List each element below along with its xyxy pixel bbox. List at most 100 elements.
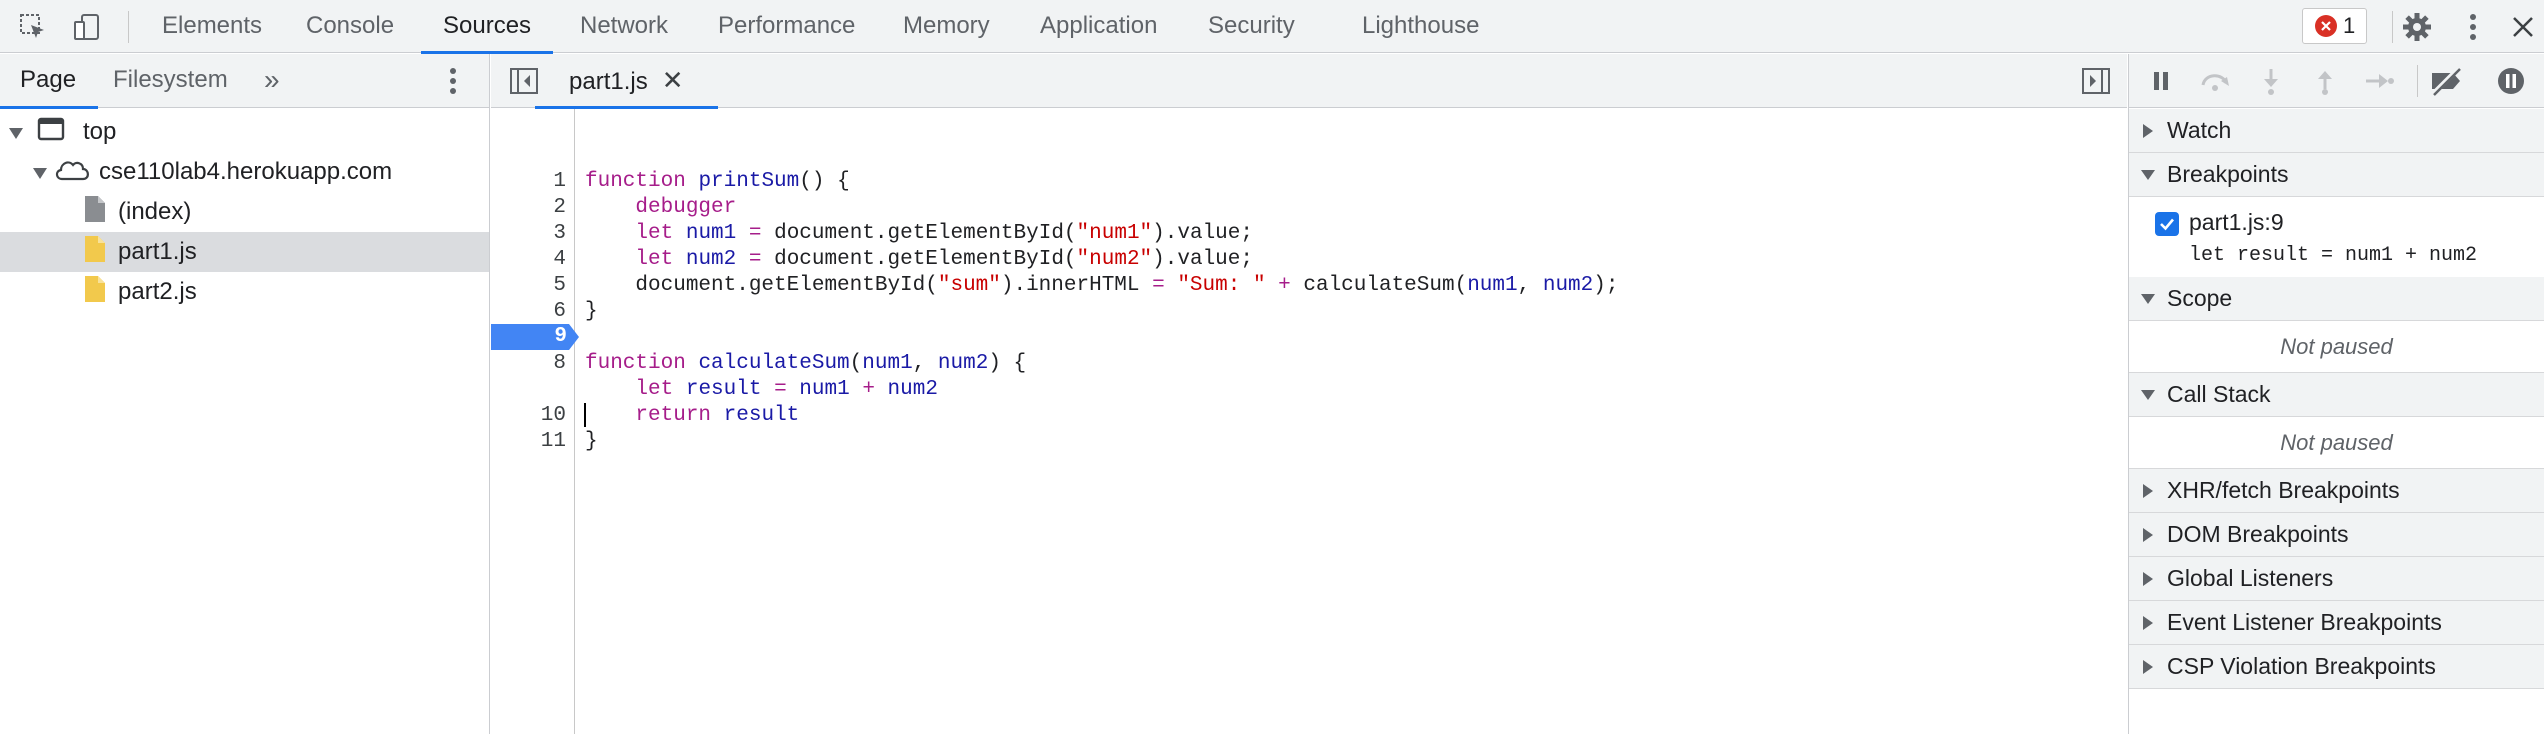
- tree-item-label: cse110lab4.herokuapp.com: [99, 158, 393, 185]
- tree-item-top[interactable]: top: [0, 112, 489, 152]
- step-into-icon[interactable]: [2253, 63, 2289, 99]
- tab-sources[interactable]: Sources: [420, 0, 554, 54]
- step-over-icon[interactable]: [2197, 63, 2233, 99]
- line-number[interactable]: 5: [506, 273, 566, 299]
- breakpoint-entry[interactable]: part1.js:9 let result = num1 + num2: [2129, 198, 2544, 284]
- inspect-element-icon[interactable]: [14, 8, 52, 46]
- document-icon: [84, 195, 120, 230]
- error-count-badge[interactable]: 1: [2302, 8, 2367, 44]
- pane-dom-breakpoints[interactable]: DOM Breakpoints: [2129, 513, 2544, 557]
- tree-item-domain[interactable]: cse110lab4.herokuapp.com: [0, 152, 489, 192]
- code-line-11[interactable]: }: [585, 429, 598, 455]
- pane-csp-breakpoints[interactable]: CSP Violation Breakpoints: [2129, 645, 2544, 689]
- device-toolbar-icon[interactable]: [68, 8, 106, 46]
- pane-xhr-breakpoints[interactable]: XHR/fetch Breakpoints: [2129, 469, 2544, 513]
- tab-elements[interactable]: Elements: [162, 0, 262, 53]
- expand-arrow-icon: [2129, 123, 2167, 138]
- code-line-5[interactable]: document.getElementById("sum").innerHTML…: [585, 273, 1618, 299]
- line-number[interactable]: 8: [506, 351, 566, 377]
- code-line-4[interactable]: let num2 = document.getElementById("num2…: [585, 247, 1253, 273]
- tree-item-index[interactable]: (index): [0, 192, 489, 232]
- tab-filesystem[interactable]: Filesystem: [113, 54, 228, 108]
- text-cursor: [584, 403, 586, 427]
- tab-network[interactable]: Network: [580, 0, 668, 53]
- breakpoint-location[interactable]: part1.js:9: [2189, 209, 2284, 236]
- debugger-toolbar: [2129, 54, 2544, 108]
- tab-part1-js[interactable]: part1.js ✕: [535, 54, 718, 109]
- line-number[interactable]: 3: [506, 221, 566, 247]
- source-editor: part1.js ✕ 1 2 3 4 5 6 7 8 10 11 9 functi…: [491, 54, 2127, 734]
- script-file-icon: [84, 275, 120, 310]
- expand-arrow-icon[interactable]: [9, 118, 29, 146]
- step-icon[interactable]: [2361, 63, 2397, 99]
- line-number[interactable]: 4: [506, 247, 566, 273]
- file-tab-label: part1.js: [569, 68, 648, 95]
- tree-item-part1[interactable]: part1.js: [0, 232, 489, 272]
- line-number[interactable]: 2: [506, 195, 566, 221]
- expand-arrow-icon: [2129, 615, 2167, 630]
- step-out-icon[interactable]: [2307, 63, 2343, 99]
- toolbar-divider: [128, 11, 129, 43]
- pane-title: DOM Breakpoints: [2167, 521, 2349, 547]
- tab-application[interactable]: Application: [1040, 0, 1157, 53]
- cloud-icon: [53, 156, 97, 189]
- tab-memory[interactable]: Memory: [903, 0, 990, 53]
- devtools-main-toolbar: Elements Console Sources Network Perform…: [0, 0, 2544, 54]
- pane-breakpoints[interactable]: Breakpoints: [2129, 153, 2544, 197]
- line-number[interactable]: 1: [506, 169, 566, 195]
- pane-call-stack[interactable]: Call Stack: [2129, 373, 2544, 417]
- error-count: 1: [2343, 13, 2356, 38]
- pane-event-listener-breakpoints[interactable]: Event Listener Breakpoints: [2129, 601, 2544, 645]
- scope-status: Not paused: [2129, 321, 2544, 373]
- code-line-1[interactable]: function printSum() {: [585, 169, 850, 195]
- editor-tab-strip: part1.js ✕: [491, 54, 2127, 109]
- frame-icon: [37, 117, 73, 148]
- pause-icon[interactable]: [2143, 63, 2179, 99]
- tab-performance[interactable]: Performance: [718, 0, 855, 53]
- deactivate-breakpoints-icon[interactable]: [2429, 63, 2465, 99]
- toolbar-divider: [2417, 65, 2418, 97]
- navigator-tabs: Page Filesystem »: [0, 54, 489, 109]
- line-number-gutter[interactable]: 1 2 3 4 5 6 7 8 10 11: [491, 109, 575, 734]
- pane-watch[interactable]: Watch: [2129, 109, 2544, 153]
- code-line-10[interactable]: return result: [585, 403, 799, 429]
- breakpoint-checkbox[interactable]: [2155, 212, 2179, 236]
- toggle-debugger-icon[interactable]: [2081, 66, 2111, 103]
- pane-title: Event Listener Breakpoints: [2167, 609, 2442, 635]
- toolbar-divider: [2392, 11, 2393, 43]
- code-line-8[interactable]: function calculateSum(num1, num2) {: [585, 351, 1026, 377]
- tab-security[interactable]: Security: [1208, 0, 1295, 53]
- more-options-icon[interactable]: [2454, 8, 2492, 46]
- line-number[interactable]: 11: [506, 429, 566, 455]
- tree-item-label: part1.js: [118, 238, 197, 265]
- tab-lighthouse[interactable]: Lighthouse: [1362, 0, 1479, 53]
- more-tabs-button[interactable]: »: [264, 54, 280, 108]
- line-number[interactable]: 6: [506, 299, 566, 325]
- pane-scope[interactable]: Scope: [2129, 277, 2544, 321]
- close-icon[interactable]: [2504, 8, 2542, 46]
- script-file-icon: [84, 235, 120, 270]
- callstack-status: Not paused: [2129, 417, 2544, 469]
- pane-title: Global Listeners: [2167, 565, 2334, 591]
- line-number[interactable]: 10: [506, 403, 566, 429]
- pane-title: XHR/fetch Breakpoints: [2167, 477, 2400, 503]
- code-line-6[interactable]: }: [585, 299, 598, 325]
- close-tab-icon[interactable]: ✕: [662, 65, 684, 95]
- breakpoint-line-number[interactable]: 9: [491, 324, 567, 350]
- tab-page[interactable]: Page: [0, 54, 99, 109]
- pane-title: Breakpoints: [2167, 161, 2289, 187]
- collapse-arrow-icon: [2129, 169, 2167, 180]
- expand-arrow-icon: [2129, 571, 2167, 586]
- tab-console[interactable]: Console: [306, 0, 394, 53]
- navigator-menu-icon[interactable]: [448, 66, 458, 103]
- code-line-9[interactable]: let result = num1 + num2: [585, 377, 938, 403]
- tree-item-label: top: [83, 118, 117, 145]
- gear-icon[interactable]: [2398, 8, 2436, 46]
- code-line-2[interactable]: debugger: [585, 195, 736, 221]
- error-icon: [2315, 15, 2337, 37]
- tree-item-part2[interactable]: part2.js: [0, 272, 489, 312]
- code-line-3[interactable]: let num1 = document.getElementById("num1…: [585, 221, 1253, 247]
- expand-arrow-icon[interactable]: [33, 158, 53, 186]
- pause-on-exceptions-icon[interactable]: [2493, 63, 2529, 99]
- pane-global-listeners[interactable]: Global Listeners: [2129, 557, 2544, 601]
